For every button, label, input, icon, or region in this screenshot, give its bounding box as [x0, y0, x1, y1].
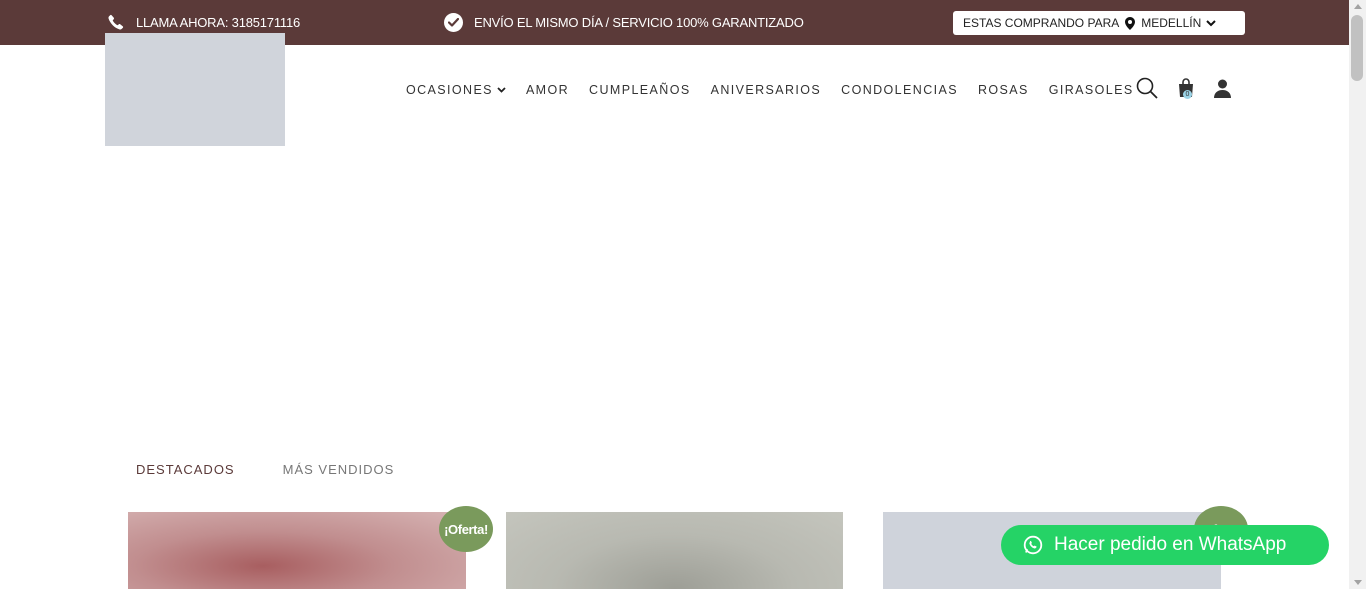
product-image[interactable] — [128, 512, 466, 589]
shipping-label: ENVÍO EL MISMO DÍA / SERVICIO 100% GARAN… — [474, 15, 804, 30]
city-value: MEDELLÍN — [1141, 16, 1202, 30]
whatsapp-order-button[interactable]: Hacer pedido en WhatsApp — [1001, 525, 1329, 565]
nav-item-ocasiones[interactable]: OCASIONES — [406, 83, 506, 97]
map-pin-icon — [1125, 16, 1136, 30]
shipping-banner: ENVÍO EL MISMO DÍA / SERVICIO 100% GARAN… — [444, 13, 804, 32]
header-icons: 0 — [1136, 77, 1231, 104]
nav-item-label: OCASIONES — [406, 83, 493, 97]
nav-item-aniversarios[interactable]: ANIVERSARIOS — [711, 83, 822, 97]
shopping-bag-icon[interactable]: 0 — [1177, 78, 1195, 103]
scrollbar-thumb[interactable] — [1351, 15, 1363, 81]
search-icon[interactable] — [1136, 77, 1158, 104]
nav-item-cumpleanos[interactable]: CUMPLEAÑOS — [589, 83, 691, 97]
call-label: LLAMA AHORA: 3185171116 — [136, 14, 301, 30]
cart-count-badge: 0 — [1183, 90, 1192, 99]
site-logo[interactable] — [105, 33, 285, 146]
nav-item-amor[interactable]: AMOR — [526, 83, 569, 97]
nav-item-label: AMOR — [525, 83, 570, 97]
chevron-down-icon — [1206, 19, 1216, 26]
product-tabs: DESTACADOS MÁS VENDIDOS — [136, 462, 442, 477]
scroll-down-arrow[interactable] — [1354, 580, 1362, 585]
city-selector[interactable]: ESTAS COMPRANDO PARA MEDELLÍN — [953, 11, 1245, 35]
scroll-up-arrow[interactable] — [1354, 4, 1362, 9]
phone-icon — [108, 14, 124, 30]
buying-for-label: ESTAS COMPRANDO PARA — [963, 16, 1120, 30]
nav-item-condolencias[interactable]: CONDOLENCIAS — [841, 83, 958, 97]
nav-item-label: ANIVERSARIOS — [710, 83, 822, 97]
nav-item-label: ROSAS — [977, 83, 1029, 97]
main-nav: OCASIONES AMOR CUMPLEAÑOS ANIVERSARIOS C… — [406, 83, 1154, 97]
product-image[interactable] — [506, 512, 843, 589]
tab-destacados[interactable]: DESTACADOS — [136, 462, 235, 477]
chevron-down-icon — [497, 87, 506, 93]
whatsapp-label: Hacer pedido en WhatsApp — [1054, 534, 1287, 555]
nav-item-girasoles[interactable]: GIRASOLES — [1049, 83, 1134, 97]
whatsapp-icon — [1023, 535, 1043, 555]
nav-item-label: CUMPLEAÑOS — [589, 83, 691, 97]
call-now[interactable]: LLAMA AHORA: 3185171116 — [108, 14, 300, 30]
tab-mas-vendidos[interactable]: MÁS VENDIDOS — [283, 462, 395, 477]
check-circle-icon — [444, 13, 463, 32]
nav-item-rosas[interactable]: ROSAS — [978, 83, 1029, 97]
nav-item-label: CONDOLENCIAS — [841, 83, 958, 97]
sale-badge: ¡Oferta! — [439, 506, 493, 552]
user-icon[interactable] — [1214, 79, 1231, 103]
page-scrollbar[interactable] — [1349, 0, 1366, 589]
nav-item-label: GIRASOLES — [1048, 83, 1134, 97]
